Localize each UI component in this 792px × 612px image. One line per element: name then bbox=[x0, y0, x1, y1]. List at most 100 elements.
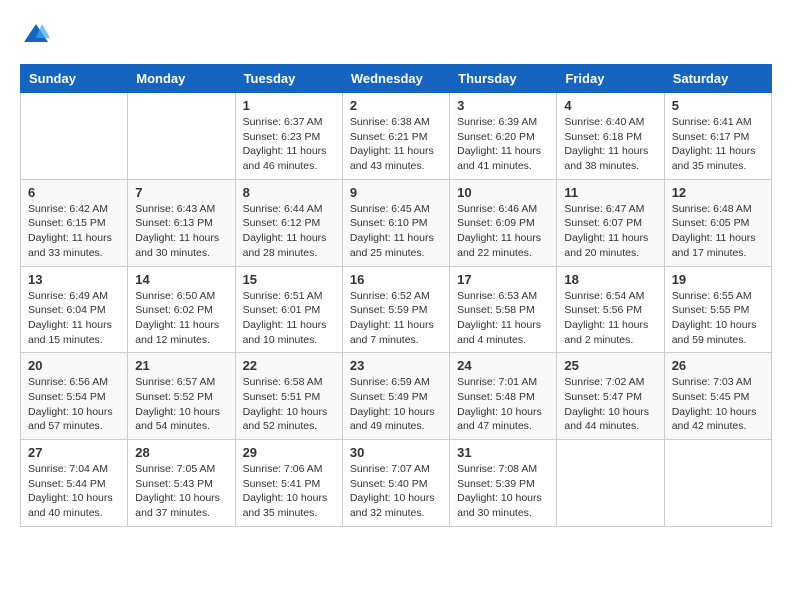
day-info: Sunrise: 6:40 AMSunset: 6:18 PMDaylight:… bbox=[564, 115, 656, 174]
calendar-cell: 21 Sunrise: 6:57 AMSunset: 5:52 PMDayligh… bbox=[128, 353, 235, 440]
day-info: Sunrise: 6:58 AMSunset: 5:51 PMDaylight:… bbox=[243, 375, 335, 434]
calendar-cell: 30 Sunrise: 7:07 AMSunset: 5:40 PMDayligh… bbox=[342, 440, 449, 527]
day-number: 1 bbox=[243, 98, 335, 113]
day-number: 29 bbox=[243, 445, 335, 460]
calendar-cell: 7 Sunrise: 6:43 AMSunset: 6:13 PMDaylight… bbox=[128, 179, 235, 266]
day-number: 31 bbox=[457, 445, 549, 460]
header-saturday: Saturday bbox=[664, 65, 771, 93]
calendar-cell: 17 Sunrise: 6:53 AMSunset: 5:58 PMDayligh… bbox=[450, 266, 557, 353]
calendar-week-3: 13Sunrise: 6:49 AMSunset: 6:04 PMDayligh… bbox=[21, 266, 772, 353]
calendar-week-5: 27Sunrise: 7:04 AMSunset: 5:44 PMDayligh… bbox=[21, 440, 772, 527]
header-tuesday: Tuesday bbox=[235, 65, 342, 93]
day-info: Sunrise: 6:44 AMSunset: 6:12 PMDaylight:… bbox=[243, 202, 335, 261]
day-number: 22 bbox=[243, 358, 335, 373]
header-thursday: Thursday bbox=[450, 65, 557, 93]
day-info: Sunrise: 6:55 AMSunset: 5:55 PMDaylight:… bbox=[672, 289, 764, 348]
day-number: 16 bbox=[350, 272, 442, 287]
calendar-cell: 5Sunrise: 6:41 AMSunset: 6:17 PMDaylight… bbox=[664, 93, 771, 180]
day-number: 24 bbox=[457, 358, 549, 373]
day-info: Sunrise: 7:08 AMSunset: 5:39 PMDaylight:… bbox=[457, 462, 549, 521]
calendar-cell: 18Sunrise: 6:54 AMSunset: 5:56 PMDayligh… bbox=[557, 266, 664, 353]
calendar-cell: 6 Sunrise: 6:42 AMSunset: 6:15 PMDaylight… bbox=[21, 179, 128, 266]
day-info: Sunrise: 6:46 AMSunset: 6:09 PMDaylight:… bbox=[457, 202, 549, 261]
calendar-week-2: 6 Sunrise: 6:42 AMSunset: 6:15 PMDaylight… bbox=[21, 179, 772, 266]
day-number: 8 bbox=[243, 185, 335, 200]
day-number: 14 bbox=[135, 272, 227, 287]
day-info: Sunrise: 6:59 AMSunset: 5:49 PMDaylight:… bbox=[350, 375, 442, 434]
day-number: 4 bbox=[564, 98, 656, 113]
day-number: 2 bbox=[350, 98, 442, 113]
calendar-cell: 12 Sunrise: 6:48 AMSunset: 6:05 PMDayligh… bbox=[664, 179, 771, 266]
day-number: 27 bbox=[28, 445, 120, 460]
calendar-cell: 24 Sunrise: 7:01 AMSunset: 5:48 PMDayligh… bbox=[450, 353, 557, 440]
day-number: 19 bbox=[672, 272, 764, 287]
calendar-week-1: 1Sunrise: 6:37 AMSunset: 6:23 PMDaylight… bbox=[21, 93, 772, 180]
day-info: Sunrise: 6:38 AMSunset: 6:21 PMDaylight:… bbox=[350, 115, 442, 174]
calendar-cell: 28 Sunrise: 7:05 AMSunset: 5:43 PMDayligh… bbox=[128, 440, 235, 527]
day-info: Sunrise: 6:57 AMSunset: 5:52 PMDaylight:… bbox=[135, 375, 227, 434]
day-info: Sunrise: 6:42 AMSunset: 6:15 PMDaylight:… bbox=[28, 202, 120, 261]
calendar-cell: 15 Sunrise: 6:51 AMSunset: 6:01 PMDayligh… bbox=[235, 266, 342, 353]
day-info: Sunrise: 6:53 AMSunset: 5:58 PMDaylight:… bbox=[457, 289, 549, 348]
calendar-cell bbox=[128, 93, 235, 180]
calendar-cell: 9Sunrise: 6:45 AMSunset: 6:10 PMDaylight… bbox=[342, 179, 449, 266]
calendar-cell: 2 Sunrise: 6:38 AMSunset: 6:21 PMDaylight… bbox=[342, 93, 449, 180]
day-info: Sunrise: 6:47 AMSunset: 6:07 PMDaylight:… bbox=[564, 202, 656, 261]
day-number: 6 bbox=[28, 185, 120, 200]
header-friday: Friday bbox=[557, 65, 664, 93]
calendar-cell bbox=[557, 440, 664, 527]
calendar-body: 1Sunrise: 6:37 AMSunset: 6:23 PMDaylight… bbox=[21, 93, 772, 527]
calendar-cell: 8 Sunrise: 6:44 AMSunset: 6:12 PMDaylight… bbox=[235, 179, 342, 266]
day-number: 7 bbox=[135, 185, 227, 200]
day-info: Sunrise: 7:02 AMSunset: 5:47 PMDaylight:… bbox=[564, 375, 656, 434]
calendar-cell: 10Sunrise: 6:46 AMSunset: 6:09 PMDayligh… bbox=[450, 179, 557, 266]
calendar-cell bbox=[21, 93, 128, 180]
calendar-cell: 31 Sunrise: 7:08 AMSunset: 5:39 PMDayligh… bbox=[450, 440, 557, 527]
day-info: Sunrise: 6:39 AMSunset: 6:20 PMDaylight:… bbox=[457, 115, 549, 174]
calendar-cell: 11 Sunrise: 6:47 AMSunset: 6:07 PMDayligh… bbox=[557, 179, 664, 266]
header-sunday: Sunday bbox=[21, 65, 128, 93]
day-number: 13 bbox=[28, 272, 120, 287]
day-info: Sunrise: 7:01 AMSunset: 5:48 PMDaylight:… bbox=[457, 375, 549, 434]
day-number: 23 bbox=[350, 358, 442, 373]
calendar-cell: 19 Sunrise: 6:55 AMSunset: 5:55 PMDayligh… bbox=[664, 266, 771, 353]
calendar-cell: 3 Sunrise: 6:39 AMSunset: 6:20 PMDaylight… bbox=[450, 93, 557, 180]
day-info: Sunrise: 6:43 AMSunset: 6:13 PMDaylight:… bbox=[135, 202, 227, 261]
calendar-cell: 20Sunrise: 6:56 AMSunset: 5:54 PMDayligh… bbox=[21, 353, 128, 440]
day-number: 12 bbox=[672, 185, 764, 200]
header-monday: Monday bbox=[128, 65, 235, 93]
day-number: 21 bbox=[135, 358, 227, 373]
day-info: Sunrise: 6:48 AMSunset: 6:05 PMDaylight:… bbox=[672, 202, 764, 261]
day-number: 15 bbox=[243, 272, 335, 287]
calendar-cell: 13Sunrise: 6:49 AMSunset: 6:04 PMDayligh… bbox=[21, 266, 128, 353]
day-number: 25 bbox=[564, 358, 656, 373]
day-number: 3 bbox=[457, 98, 549, 113]
day-info: Sunrise: 6:54 AMSunset: 5:56 PMDaylight:… bbox=[564, 289, 656, 348]
calendar-cell: 16 Sunrise: 6:52 AMSunset: 5:59 PMDayligh… bbox=[342, 266, 449, 353]
calendar-cell bbox=[664, 440, 771, 527]
day-info: Sunrise: 6:50 AMSunset: 6:02 PMDaylight:… bbox=[135, 289, 227, 348]
day-info: Sunrise: 7:03 AMSunset: 5:45 PMDaylight:… bbox=[672, 375, 764, 434]
header-wednesday: Wednesday bbox=[342, 65, 449, 93]
day-number: 17 bbox=[457, 272, 549, 287]
day-info: Sunrise: 7:05 AMSunset: 5:43 PMDaylight:… bbox=[135, 462, 227, 521]
day-number: 30 bbox=[350, 445, 442, 460]
calendar-cell: 26Sunrise: 7:03 AMSunset: 5:45 PMDayligh… bbox=[664, 353, 771, 440]
calendar-cell: 22 Sunrise: 6:58 AMSunset: 5:51 PMDayligh… bbox=[235, 353, 342, 440]
day-info: Sunrise: 6:52 AMSunset: 5:59 PMDaylight:… bbox=[350, 289, 442, 348]
day-info: Sunrise: 7:07 AMSunset: 5:40 PMDaylight:… bbox=[350, 462, 442, 521]
calendar-cell: 29Sunrise: 7:06 AMSunset: 5:41 PMDayligh… bbox=[235, 440, 342, 527]
day-number: 11 bbox=[564, 185, 656, 200]
day-number: 28 bbox=[135, 445, 227, 460]
page-header bbox=[20, 20, 772, 48]
day-info: Sunrise: 6:51 AMSunset: 6:01 PMDaylight:… bbox=[243, 289, 335, 348]
calendar-cell: 1Sunrise: 6:37 AMSunset: 6:23 PMDaylight… bbox=[235, 93, 342, 180]
calendar-cell: 25 Sunrise: 7:02 AMSunset: 5:47 PMDayligh… bbox=[557, 353, 664, 440]
calendar-header-row: SundayMondayTuesdayWednesdayThursdayFrid… bbox=[21, 65, 772, 93]
calendar-cell: 4 Sunrise: 6:40 AMSunset: 6:18 PMDaylight… bbox=[557, 93, 664, 180]
calendar-cell: 27Sunrise: 7:04 AMSunset: 5:44 PMDayligh… bbox=[21, 440, 128, 527]
day-info: Sunrise: 6:41 AMSunset: 6:17 PMDaylight:… bbox=[672, 115, 764, 174]
calendar-table: SundayMondayTuesdayWednesdayThursdayFrid… bbox=[20, 64, 772, 527]
day-number: 20 bbox=[28, 358, 120, 373]
logo bbox=[20, 20, 50, 48]
